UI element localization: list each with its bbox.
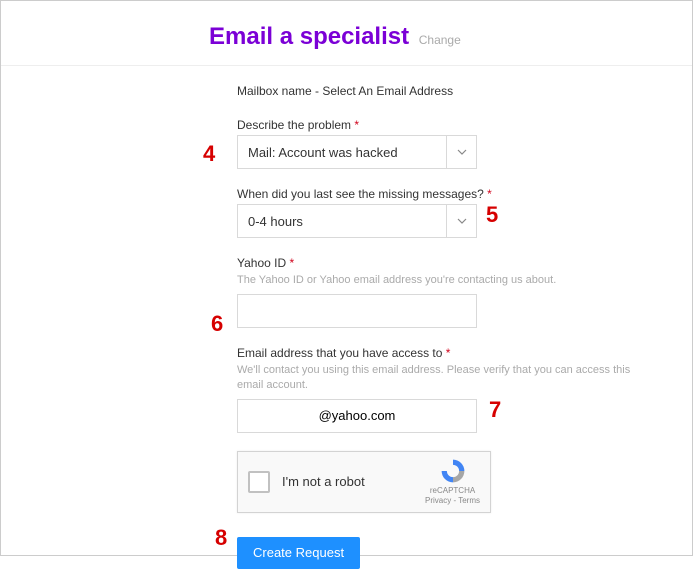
recaptcha-checkbox[interactable] [248,471,270,493]
required-mark: * [290,256,295,270]
field-describe-problem: Describe the problem * Mail: Account was… [237,118,652,169]
access-email-hint: We'll contact you using this email addre… [237,363,652,393]
recaptcha-widget: I'm not a robot reCAPTCHA Privacy - Term… [237,451,491,513]
page-header: Email a specialist Change [1,1,692,66]
change-link[interactable]: Change [419,33,461,47]
annotation-4: 4 [203,141,215,167]
access-email-label: Email address that you have access to * [237,346,652,360]
required-mark: * [487,187,492,201]
annotation-8: 8 [215,525,227,551]
last-seen-value: 0-4 hours [238,205,446,237]
recaptcha-label: I'm not a robot [282,474,425,489]
required-mark: * [354,118,359,132]
form: Mailbox name - Select An Email Address D… [237,66,652,569]
required-mark: * [446,346,451,360]
create-request-button[interactable]: Create Request [237,537,360,569]
field-access-email: Email address that you have access to * … [237,346,652,433]
last-seen-select[interactable]: 0-4 hours [237,204,477,238]
field-yahoo-id: Yahoo ID * The Yahoo ID or Yahoo email a… [237,256,652,328]
recaptcha-brand: reCAPTCHA Privacy - Terms [425,457,480,505]
yahoo-id-label: Yahoo ID * [237,256,652,270]
chevron-down-icon [446,136,476,168]
last-seen-label: When did you last see the missing messag… [237,187,652,201]
annotation-6: 6 [211,311,223,337]
yahoo-id-input[interactable] [237,294,477,328]
page-title: Email a specialist [209,23,409,50]
recaptcha-icon [439,457,467,485]
yahoo-id-hint: The Yahoo ID or Yahoo email address you'… [237,273,652,288]
describe-problem-label: Describe the problem * [237,118,652,132]
mailbox-name-line: Mailbox name - Select An Email Address [237,84,652,98]
recaptcha-links[interactable]: Privacy - Terms [425,496,480,506]
describe-problem-select[interactable]: Mail: Account was hacked [237,135,477,169]
chevron-down-icon [446,205,476,237]
field-last-seen: When did you last see the missing messag… [237,187,652,238]
access-email-input[interactable] [237,399,477,433]
describe-problem-value: Mail: Account was hacked [238,136,446,168]
